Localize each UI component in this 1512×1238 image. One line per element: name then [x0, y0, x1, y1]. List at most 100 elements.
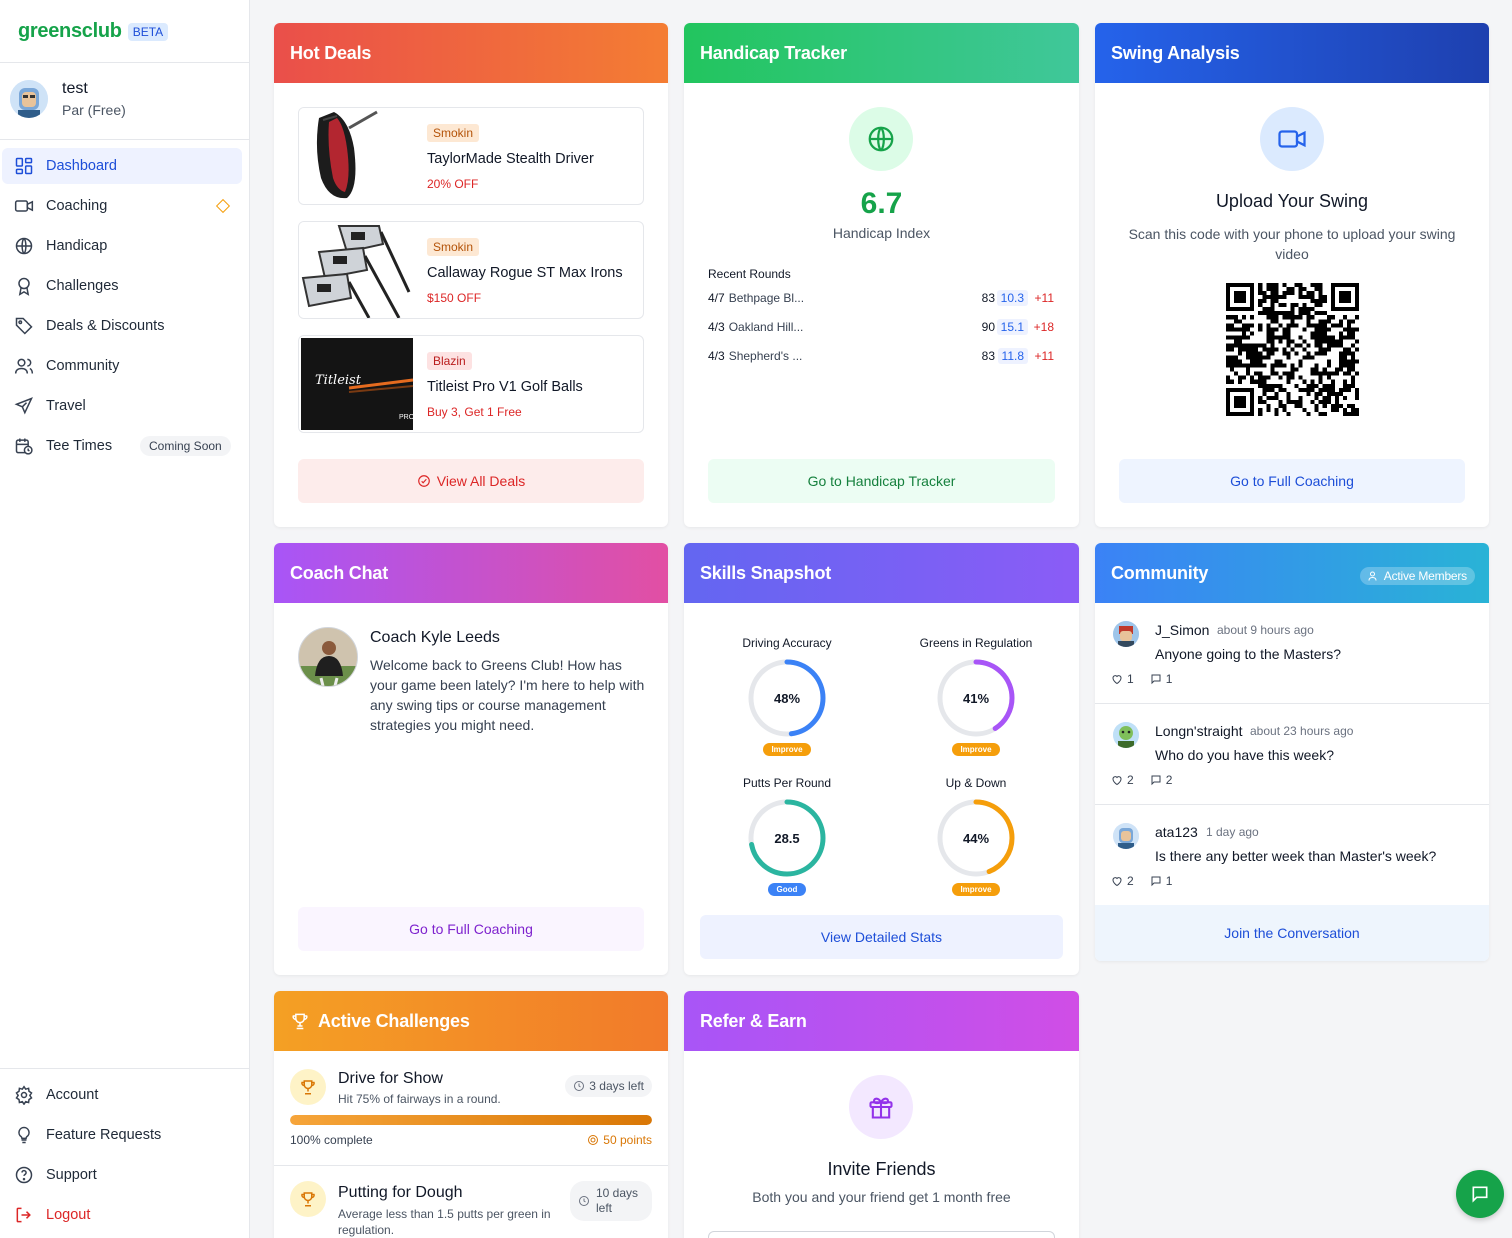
- post-author[interactable]: ata123: [1155, 824, 1198, 840]
- referral-link-field[interactable]: [708, 1231, 1055, 1238]
- trophy-icon: [301, 1192, 315, 1207]
- round-diff: +11: [1034, 291, 1054, 305]
- nav-item-deals[interactable]: Deals & Discounts: [2, 308, 242, 344]
- card-title-text: Active Challenges: [318, 1010, 470, 1031]
- deal-item[interactable]: Smokin TaylorMade Stealth Driver 20% OFF: [298, 107, 644, 205]
- community-post[interactable]: Longn'straight about 23 hours ago Who do…: [1095, 704, 1489, 805]
- round-handicap: 15.1: [996, 319, 1028, 335]
- comment-icon[interactable]: [1150, 774, 1162, 786]
- handicap-index-label: Handicap Index: [832, 225, 931, 241]
- skill-gauge: 44%: [936, 798, 1016, 878]
- community-post[interactable]: J_Simon about 9 hours ago Anyone going t…: [1095, 603, 1489, 704]
- button-label: View Detailed Stats: [820, 929, 943, 945]
- nav-item-community[interactable]: Community: [2, 348, 242, 384]
- round-row[interactable]: 4/3 Shepherd's ... 83 11.8 +11: [708, 346, 1054, 366]
- nav-item-coaching[interactable]: Coaching: [2, 188, 242, 224]
- nav-item-tee-times[interactable]: Tee Times Coming Soon: [2, 428, 242, 464]
- heart-icon[interactable]: [1111, 774, 1123, 786]
- chat-launcher-button[interactable]: [1456, 1170, 1504, 1218]
- deal-item[interactable]: Titleist PRO Blazin Titleist Pro V1 Golf…: [298, 335, 644, 433]
- community-post[interactable]: ata123 1 day ago Is there any better wee…: [1095, 805, 1489, 906]
- nav-item-feature-requests[interactable]: Feature Requests: [2, 1117, 242, 1153]
- round-score: 83: [981, 349, 995, 363]
- round-row[interactable]: 4/3 Oakland Hill... 90 15.1 +18: [708, 317, 1054, 337]
- deal-tag: Smokin: [427, 238, 480, 256]
- round-course: Shepherd's ...: [728, 349, 803, 363]
- globe-icon: [868, 126, 894, 152]
- comment-icon[interactable]: [1150, 875, 1162, 887]
- nav-item-dashboard[interactable]: Dashboard: [2, 148, 242, 184]
- challenge-item[interactable]: Drive for Show Hit 75% of fairways in a …: [274, 1051, 668, 1166]
- nav-item-account[interactable]: Account: [2, 1077, 242, 1113]
- invite-heading: Invite Friends: [827, 1159, 936, 1179]
- coach-avatar: [298, 627, 358, 687]
- skill-status-pill: Improve: [763, 743, 811, 756]
- heart-icon[interactable]: [1111, 875, 1123, 887]
- lightbulb-icon: [18, 1126, 30, 1144]
- active-members-badge[interactable]: Active Members: [1359, 567, 1475, 585]
- round-score: 90: [981, 320, 995, 334]
- join-conversation-button[interactable]: Join the Conversation: [1095, 905, 1489, 961]
- deal-item[interactable]: Smokin Callaway Rogue ST Max Irons $150 …: [298, 221, 644, 319]
- recent-rounds-label: Recent Rounds: [708, 267, 791, 281]
- handicap-index-value: 6.7: [860, 187, 903, 220]
- nav-item-logout[interactable]: Logout: [2, 1197, 242, 1233]
- round-row[interactable]: 4/7 Bethpage Bl... 83 10.3 +11: [708, 288, 1054, 308]
- post-text: Anyone going to the Masters?: [1155, 646, 1342, 662]
- deal-title: Titleist Pro V1 Golf Balls: [427, 379, 583, 395]
- button-label: Go to Full Coaching: [1230, 473, 1354, 489]
- points-value: 50 points: [603, 1133, 652, 1147]
- go-to-full-coaching-button[interactable]: Go to Full Coaching: [298, 907, 644, 951]
- heart-icon[interactable]: [1111, 673, 1123, 685]
- calendar-clock-icon: [15, 438, 33, 455]
- round-date: 4/3: [708, 320, 725, 334]
- users-icon: [14, 358, 34, 374]
- card-title: Swing Analysis: [1095, 23, 1489, 83]
- ball-brand-logo: Titleist: [315, 373, 361, 388]
- bottom-nav: Account Feature Requests Support Logout: [2, 1077, 242, 1237]
- nav-item-support[interactable]: Support: [2, 1157, 242, 1193]
- avatar: [1113, 722, 1139, 748]
- nav-item-handicap[interactable]: Handicap: [2, 228, 242, 264]
- nav-item-travel[interactable]: Travel: [2, 388, 242, 424]
- deal-offer: $150 OFF: [427, 291, 482, 305]
- brand-logo[interactable]: greensclub BETA: [18, 20, 169, 43]
- deal-offer: Buy 3, Get 1 Free: [427, 405, 522, 419]
- round-course: Bethpage Bl...: [728, 291, 805, 305]
- brand-name: greensclub: [18, 20, 122, 42]
- irons-image: [299, 222, 415, 318]
- divider: [0, 1068, 250, 1069]
- driver-image: [299, 108, 415, 204]
- upload-description: Scan this code with your phone to upload…: [1128, 226, 1456, 262]
- nav-label: Community: [46, 358, 120, 374]
- comment-count: 1: [1165, 672, 1173, 686]
- hot-deals-card: Hot Deals Smokin TaylorMade Stealth Driv…: [274, 23, 668, 527]
- go-to-full-coaching-button[interactable]: Go to Full Coaching: [1119, 459, 1465, 503]
- post-author[interactable]: Longn'straight: [1155, 723, 1243, 739]
- gift-badge: [849, 1075, 913, 1139]
- skill-gauge: 28.5: [747, 798, 827, 878]
- nav-label: Dashboard: [46, 158, 117, 174]
- challenge-item[interactable]: Putting for Dough Average less than 1.5 …: [274, 1167, 668, 1238]
- skill-label: Driving Accuracy: [742, 636, 832, 650]
- post-time: about 9 hours ago: [1217, 623, 1314, 637]
- view-detailed-stats-button[interactable]: View Detailed Stats: [700, 915, 1063, 959]
- skill-label: Up & Down: [945, 776, 1007, 790]
- main-nav: Dashboard Coaching Handicap Challenges D…: [2, 148, 242, 468]
- skill-value: 41%: [962, 690, 990, 706]
- nav-item-challenges[interactable]: Challenges: [2, 268, 242, 304]
- view-all-deals-button[interactable]: View All Deals: [298, 459, 644, 503]
- user-profile[interactable]: test Par (Free): [10, 80, 126, 118]
- skill-value: 44%: [962, 830, 990, 846]
- qr-code[interactable]: [1226, 283, 1359, 416]
- logout-icon: [16, 1207, 31, 1223]
- nav-label: Travel: [46, 398, 86, 414]
- invite-description: Both you and your friend get 1 month fre…: [752, 1189, 1011, 1205]
- video-icon: [1278, 130, 1306, 148]
- post-author[interactable]: J_Simon: [1155, 622, 1209, 638]
- comment-icon[interactable]: [1150, 673, 1162, 685]
- skill-value: 28.5: [774, 830, 800, 846]
- trophy-icon: [301, 1080, 315, 1095]
- button-label: View All Deals: [436, 473, 526, 489]
- go-to-handicap-button[interactable]: Go to Handicap Tracker: [708, 459, 1055, 503]
